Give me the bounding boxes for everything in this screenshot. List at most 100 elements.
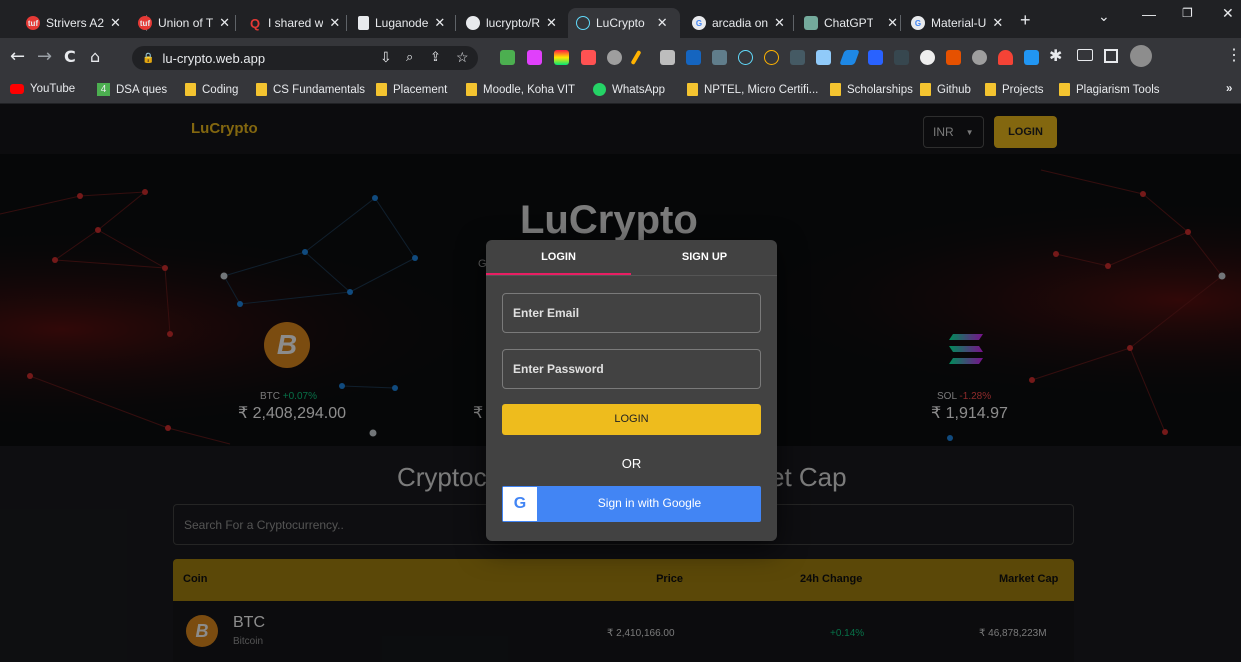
- zoom-icon[interactable]: ⌕: [406, 49, 413, 65]
- browser-tab[interactable]: Q I shared w ✕: [240, 8, 350, 38]
- bookmark-moodle[interactable]: Moodle, Koha VIT: [466, 83, 575, 96]
- whatsapp-icon: [593, 83, 606, 96]
- badge-icon: 4: [97, 83, 110, 96]
- close-icon[interactable]: ✕: [329, 15, 340, 31]
- close-icon[interactable]: ✕: [657, 15, 668, 31]
- folder-icon: [185, 83, 196, 96]
- extension-icon[interactable]: [581, 50, 596, 65]
- folder-icon: [687, 83, 698, 96]
- back-icon[interactable]: ←: [10, 46, 25, 67]
- cast-icon[interactable]: [1077, 49, 1093, 61]
- window-close-icon[interactable]: ✕: [1222, 5, 1234, 22]
- extension-icon[interactable]: [738, 50, 753, 65]
- profile-avatar[interactable]: [1130, 45, 1152, 67]
- close-icon[interactable]: ✕: [110, 15, 121, 31]
- google-icon: G: [692, 16, 706, 30]
- browser-tab[interactable]: tuf Union of T ✕: [130, 8, 258, 38]
- extension-icon[interactable]: [972, 50, 987, 65]
- tab-title: ChatGPT: [824, 16, 874, 30]
- minimize-icon[interactable]: —: [1142, 6, 1156, 22]
- youtube-icon: [10, 84, 24, 94]
- bookmark-scholarships[interactable]: Scholarships: [830, 83, 913, 96]
- browser-tab[interactable]: Luganode ✕: [350, 8, 452, 38]
- browser-tab[interactable]: tuf Strivers A2 ✕: [18, 8, 146, 38]
- google-icon: G: [503, 487, 537, 521]
- side-panel-icon[interactable]: [1104, 49, 1118, 63]
- browser-tab[interactable]: lucrypto/R ✕: [458, 8, 566, 38]
- extension-icon[interactable]: [894, 50, 909, 65]
- forward-icon[interactable]: →: [37, 46, 52, 67]
- new-tab-button[interactable]: +: [1020, 10, 1031, 31]
- home-icon[interactable]: ⌂: [90, 47, 100, 66]
- bookmark-plagiarism-tools[interactable]: Plagiarism Tools: [1059, 83, 1160, 96]
- react-icon: [576, 16, 590, 30]
- google-icon: G: [911, 16, 925, 30]
- quora-icon: Q: [249, 15, 261, 31]
- browser-tab[interactable]: ChatGPT ✕: [796, 8, 898, 38]
- bookmarks-overflow-icon[interactable]: »: [1226, 83, 1232, 95]
- browser-tab-active[interactable]: LuCrypto ✕: [568, 8, 680, 38]
- extension-icon[interactable]: [660, 50, 675, 65]
- menu-kebab-icon[interactable]: ⋮: [1226, 45, 1241, 65]
- reload-icon[interactable]: C: [64, 47, 76, 66]
- extension-icon[interactable]: [946, 50, 961, 65]
- share-icon[interactable]: ⇪: [430, 49, 441, 65]
- lock-icon: 🔒: [142, 52, 155, 64]
- bookmark-nptel[interactable]: NPTEL, Micro Certifi...: [687, 83, 818, 96]
- tab-title: lucrypto/R: [486, 16, 541, 30]
- extension-icon[interactable]: [816, 50, 831, 65]
- bookmark-dsa-ques[interactable]: 4 DSA ques: [97, 83, 167, 96]
- tab-search-icon[interactable]: ⌄: [1098, 8, 1110, 25]
- tab-divider: [486, 275, 777, 276]
- login-modal: LOGIN SIGN UP Enter Email Enter Password…: [486, 240, 777, 541]
- tab-signup[interactable]: SIGN UP: [632, 240, 777, 275]
- bookmark-placement[interactable]: Placement: [376, 83, 447, 96]
- browser-tab[interactable]: G arcadia on ✕: [684, 8, 792, 38]
- bookmark-coding[interactable]: Coding: [185, 83, 238, 96]
- extension-icon[interactable]: [712, 50, 727, 65]
- close-icon[interactable]: ✕: [992, 15, 1003, 31]
- address-bar[interactable]: 🔒 lu-crypto.web.app ⇩ ⌕ ⇪ ☆: [132, 46, 478, 70]
- bookmark-youtube[interactable]: YouTube: [10, 83, 75, 95]
- tab-title: Luganode: [375, 16, 429, 30]
- password-field[interactable]: Enter Password: [502, 349, 761, 389]
- tab-title: Material-U: [931, 16, 987, 30]
- folder-icon: [920, 83, 931, 96]
- extension-icon[interactable]: [764, 50, 779, 65]
- email-field[interactable]: Enter Email: [502, 293, 761, 333]
- bookmark-whatsapp[interactable]: WhatsApp: [593, 83, 665, 96]
- extension-icon[interactable]: [920, 50, 935, 65]
- google-signin-button[interactable]: G Sign in with Google: [502, 486, 761, 522]
- folder-icon: [830, 83, 841, 96]
- folder-icon: [376, 83, 387, 96]
- browser-tab[interactable]: G Material-U ✕: [903, 8, 1011, 38]
- doc-icon: [358, 16, 369, 30]
- extension-icon[interactable]: [607, 50, 622, 65]
- folder-icon: [1059, 83, 1070, 96]
- close-icon[interactable]: ✕: [434, 15, 445, 31]
- extension-icon[interactable]: [790, 50, 805, 65]
- bookmark-github[interactable]: Github: [920, 83, 971, 96]
- close-icon[interactable]: ✕: [887, 15, 898, 31]
- login-submit-button[interactable]: LOGIN: [502, 404, 761, 435]
- close-icon[interactable]: ✕: [546, 15, 557, 31]
- extension-icon[interactable]: [527, 50, 542, 65]
- tab-title: arcadia on: [712, 16, 769, 30]
- extension-icon[interactable]: [500, 50, 515, 65]
- tab-login[interactable]: LOGIN: [486, 240, 631, 275]
- close-icon[interactable]: ✕: [774, 15, 785, 31]
- bookmark-projects[interactable]: Projects: [985, 83, 1044, 96]
- extension-icon[interactable]: [686, 50, 701, 65]
- extension-icon[interactable]: [554, 50, 569, 65]
- restore-icon[interactable]: ❐: [1182, 6, 1193, 20]
- extension-icon[interactable]: [1024, 50, 1039, 65]
- install-icon[interactable]: ⇩: [380, 49, 392, 66]
- folder-icon: [985, 83, 996, 96]
- browser-tab-strip: tuf Strivers A2 ✕ tuf Union of T ✕ Q I s…: [0, 0, 1241, 38]
- bookmark-star-icon[interactable]: ☆: [456, 49, 469, 66]
- extension-icon[interactable]: [868, 50, 883, 65]
- extension-icon[interactable]: [998, 50, 1013, 65]
- close-icon[interactable]: ✕: [219, 15, 230, 31]
- extensions-puzzle-icon[interactable]: ✱: [1049, 46, 1062, 66]
- bookmark-cs-fundamentals[interactable]: CS Fundamentals: [256, 83, 365, 96]
